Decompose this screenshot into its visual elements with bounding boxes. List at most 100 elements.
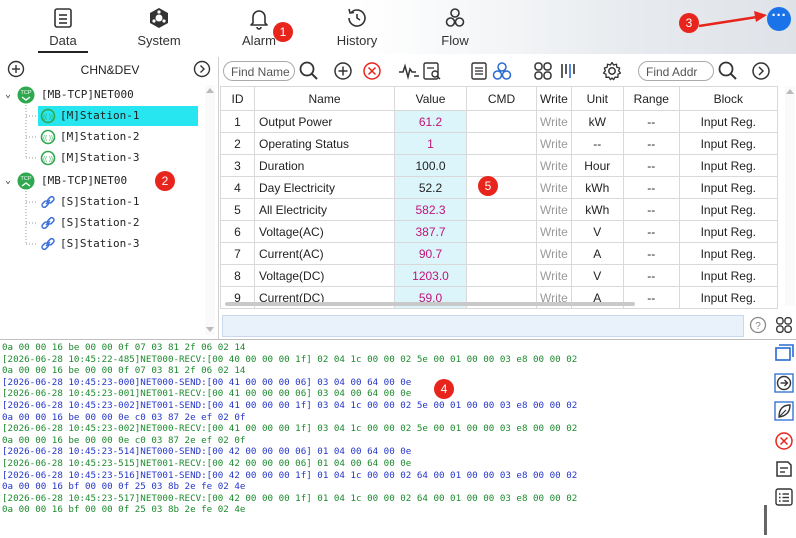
master-station-icon: (( ))	[40, 129, 56, 145]
cell-write[interactable]: Write	[536, 110, 572, 133]
log-line: 0a 00 00 16 bf 00 00 0f 25 03 8b 2e fe 0…	[2, 481, 246, 493]
cell-cmd[interactable]	[466, 176, 537, 199]
cell-cmd[interactable]	[466, 242, 537, 265]
svg-text:(( )): (( ))	[43, 115, 53, 121]
chevron-right-icon[interactable]	[193, 60, 211, 78]
arrow-right-circle-icon[interactable]	[773, 372, 795, 394]
clear-icon[interactable]	[773, 430, 795, 452]
cell-name: Duration	[254, 154, 395, 177]
column-header-write[interactable]: Write	[536, 86, 572, 111]
flow-icon	[443, 6, 467, 30]
cell-unit: --	[570, 132, 624, 155]
annotation-badge-2: 2	[155, 171, 175, 191]
table-row[interactable]: 6 Voltage(AC) 387.7 Write V -- Input Reg.	[220, 220, 778, 243]
log-line: [2026-06-28 10:45:23-515]NET001-RECV:[00…	[2, 457, 412, 469]
tree-scrollbar[interactable]	[205, 85, 215, 335]
cell-write[interactable]: Write	[536, 154, 572, 177]
list-icon[interactable]	[773, 486, 795, 508]
column-header-id[interactable]: ID	[220, 86, 255, 111]
add-circle-icon[interactable]	[7, 60, 25, 78]
cell-write[interactable]: Write	[536, 132, 572, 155]
column-header-name[interactable]: Name	[254, 86, 395, 111]
nav-history[interactable]: History	[322, 6, 392, 52]
tree-node-s-station-2[interactable]: [S]Station-2	[38, 213, 198, 233]
document-search-icon[interactable]	[421, 60, 443, 82]
cell-block: Input Reg.	[678, 220, 778, 243]
table-horizontal-scrollbar[interactable]	[225, 302, 635, 306]
delete-icon[interactable]	[361, 60, 383, 82]
cell-write[interactable]: Write	[536, 220, 572, 243]
annotation-badge-5: 5	[478, 176, 498, 196]
cell-unit: V	[570, 220, 624, 243]
table-row[interactable]: 1 Output Power 61.2 Write kW -- Input Reg.	[220, 110, 778, 133]
annotation-badge-1: 1	[273, 22, 293, 42]
log-line: 0a 00 00 16 bf 00 00 0f 25 03 8b 2e fe 0…	[2, 504, 246, 516]
leaf-icon[interactable]	[773, 400, 795, 422]
search-icon[interactable]	[717, 60, 739, 82]
column-header-cmd[interactable]: CMD	[466, 86, 537, 111]
tree-node-s-station-3[interactable]: [S]Station-3	[38, 234, 198, 254]
table-vertical-scrollbar[interactable]	[785, 86, 795, 306]
chevron-right-icon[interactable]	[750, 60, 772, 82]
cell-cmd[interactable]	[466, 264, 537, 287]
panel-divider[interactable]	[218, 57, 219, 339]
column-header-value[interactable]: Value	[394, 86, 467, 111]
table-row[interactable]: 2 Operating Status 1 Write -- -- Input Reg.	[220, 132, 778, 155]
cell-cmd[interactable]	[466, 110, 537, 133]
more-options-button[interactable]: ···	[767, 7, 791, 31]
cell-write[interactable]: Write	[536, 176, 572, 199]
cell-range: --	[622, 220, 680, 243]
cell-value: 1	[394, 132, 467, 155]
list-document-icon[interactable]	[468, 60, 490, 82]
tree-node-m-station-3[interactable]: (( )) [M]Station-3	[38, 148, 198, 168]
add-icon[interactable]	[332, 60, 354, 82]
nav-data[interactable]: Data	[28, 6, 98, 52]
table-row[interactable]: 4 Day Electricity 52.2 Write kWh -- Input Reg.	[220, 176, 778, 199]
log-divider[interactable]	[0, 339, 796, 340]
cell-block: Input Reg.	[678, 154, 778, 177]
command-input-bar[interactable]	[222, 315, 744, 337]
tree-node-s-station-1[interactable]: [S]Station-1	[38, 192, 198, 212]
annotation-arrow	[698, 11, 767, 28]
column-header-block[interactable]: Block	[678, 86, 778, 111]
column-header-unit[interactable]: Unit	[570, 86, 624, 111]
columns-icon[interactable]	[557, 60, 579, 82]
nav-flow[interactable]: Flow	[420, 6, 490, 52]
log-scrollbar-thumb[interactable]	[764, 505, 767, 535]
group-icon[interactable]	[491, 60, 513, 82]
tree-node-m-station-2[interactable]: (( )) [M]Station-2	[38, 127, 198, 147]
save-icon[interactable]	[773, 458, 795, 480]
cell-block: Input Reg.	[678, 264, 778, 287]
column-header-range[interactable]: Range	[622, 86, 680, 111]
table-row[interactable]: 8 Voltage(DC) 1203.0 Write V -- Input Reg.	[220, 264, 778, 287]
table-row[interactable]: 3 Duration 100.0 Write Hour -- Input Reg.	[220, 154, 778, 177]
cell-write[interactable]: Write	[536, 242, 572, 265]
cell-cmd[interactable]	[466, 198, 537, 221]
find-name-input[interactable]: Find Name	[223, 61, 295, 81]
table-row[interactable]: 5 All Electricity 582.3 Write kWh -- Input Reg…	[220, 198, 778, 221]
window-icon[interactable]	[773, 342, 795, 364]
settings-icon[interactable]	[601, 60, 623, 82]
svg-text:?: ?	[755, 321, 761, 332]
help-icon[interactable]: ?	[749, 316, 767, 334]
device-tree: ⌄ TCP [MB-TCP]NET000 (( )) [M]Station-1 …	[0, 85, 204, 335]
nav-system[interactable]: System	[124, 6, 194, 52]
cell-value: 90.7	[394, 242, 467, 265]
cell-cmd[interactable]	[466, 154, 537, 177]
cell-cmd[interactable]	[466, 132, 537, 155]
cell-cmd[interactable]	[466, 220, 537, 243]
log-side-toolbar	[773, 342, 796, 538]
log-line: 0a 00 00 16 be 00 00 0e c0 03 87 2e ef 0…	[2, 434, 246, 446]
link-icon	[41, 237, 55, 251]
cell-write[interactable]: Write	[536, 198, 572, 221]
communication-log: 0a 00 00 16 be 00 00 0f 07 03 81 2f 06 0…	[2, 342, 762, 538]
cell-write[interactable]: Write	[536, 264, 572, 287]
find-address-input[interactable]: Find Addr	[638, 61, 714, 81]
link-chain-icon[interactable]	[532, 60, 554, 82]
cell-id: 6	[220, 220, 255, 243]
waveform-icon[interactable]	[398, 60, 420, 82]
link-chain-icon[interactable]	[774, 315, 794, 335]
search-icon[interactable]	[298, 60, 320, 82]
table-row[interactable]: 7 Current(AC) 90.7 Write A -- Input Reg.	[220, 242, 778, 265]
tree-node-m-station-1[interactable]: (( )) [M]Station-1	[38, 106, 198, 126]
